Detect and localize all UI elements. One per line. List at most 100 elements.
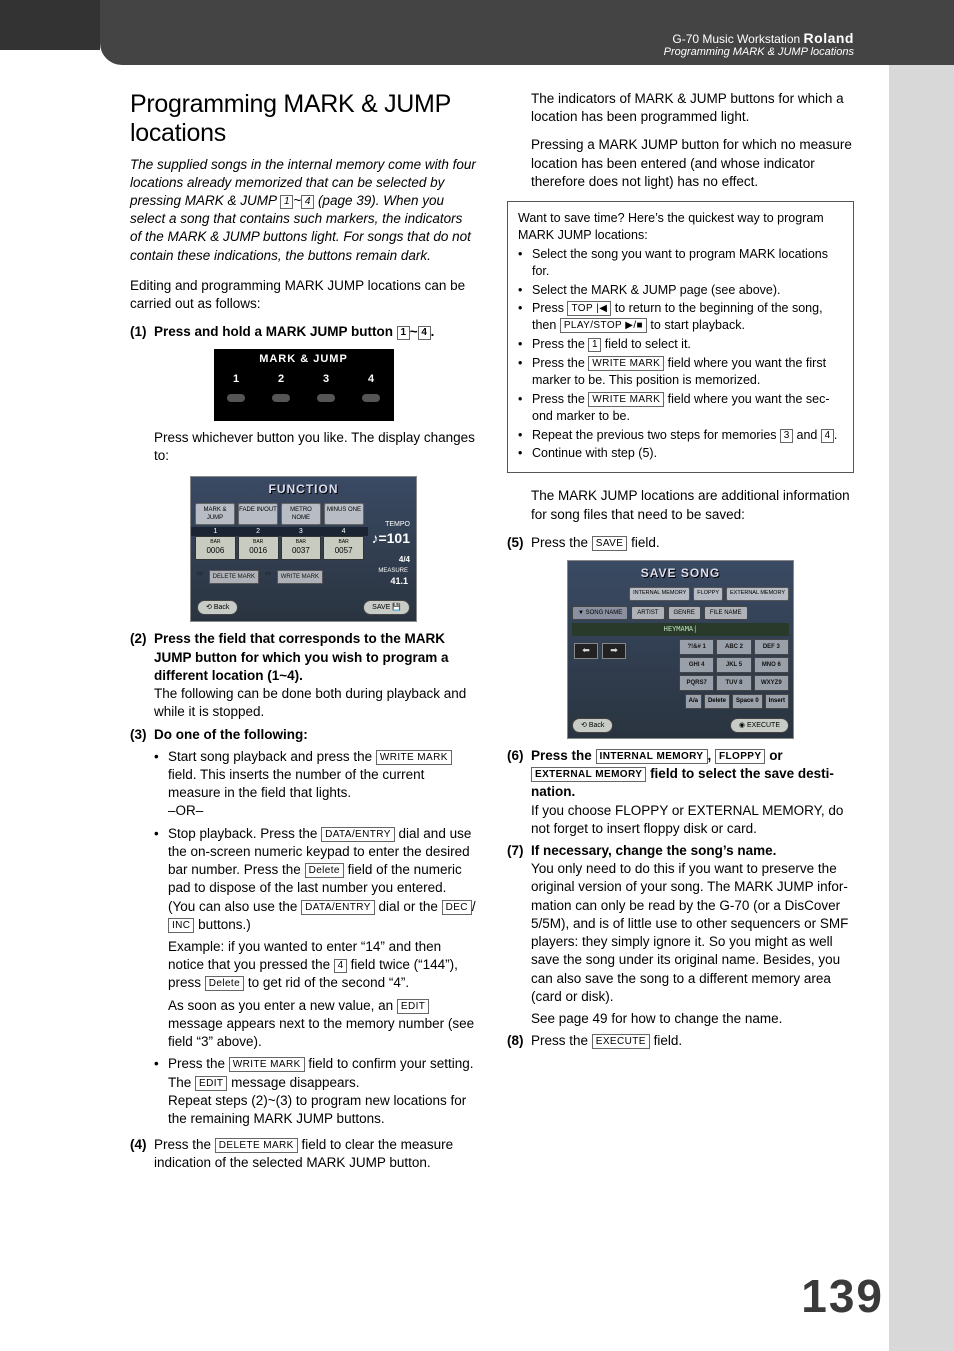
b2-m3: dial or the xyxy=(375,899,442,914)
s4-pre: Press the xyxy=(154,1137,215,1152)
header-subtitle: Programming MARK & JUMP locations xyxy=(664,46,854,58)
b3-pre: Press the xyxy=(168,1056,229,1071)
bullet-icon: • xyxy=(518,427,532,444)
bullet-icon: • xyxy=(518,445,532,462)
dest-floppy: FLOPPY xyxy=(693,587,723,600)
dec-keycap: DEC xyxy=(442,900,472,915)
tip-intro: Want to save time? Here’s the quickest w… xyxy=(518,210,843,244)
page-header: G-70 Music Workstation Roland Programmin… xyxy=(664,30,854,58)
manual-page: G-70 Music Workstation Roland Programmin… xyxy=(0,0,954,1351)
tilde: ~ xyxy=(293,193,301,208)
edit-keycap2: EDIT xyxy=(195,1076,227,1091)
fn-key: A/a xyxy=(685,694,702,708)
tip-item: Repeat the previous two steps for memori… xyxy=(532,427,843,444)
s7-see: See page 49 for how to change the name. xyxy=(531,1010,854,1028)
button-row xyxy=(214,407,394,421)
s5-post: field. xyxy=(627,535,659,550)
tip-item: Select the MARK & JUMP page (see above). xyxy=(532,282,843,299)
step-number: (2) xyxy=(130,630,154,721)
keycap-4b: 4 xyxy=(418,326,431,340)
key: GHI 4 xyxy=(679,657,714,673)
after-tip: The MARK JUMP locations are additional i… xyxy=(531,487,854,523)
step-number: (6) xyxy=(507,747,531,838)
fn-col: 1 xyxy=(195,527,236,536)
step1-text: Press and hold a MARK JUMP button 1~4. xyxy=(154,324,434,339)
ex-post: to get rid of the second “4”. xyxy=(244,975,409,990)
fn-tab: METRO NOME xyxy=(281,503,321,525)
save-panel-figure: SAVE SONG INTERNAL MEMORY FLOPPY EXTERNA… xyxy=(507,560,854,739)
bullet-icon: • xyxy=(518,336,532,353)
step-1: (1) Press and hold a MARK JUMP button 1~… xyxy=(130,323,477,341)
after-panel-text: Press whichever button you like. The dis… xyxy=(154,429,477,465)
brand-name: Roland xyxy=(804,30,854,46)
tip-item: Press the WRITE MARK field where you wan… xyxy=(532,391,843,425)
product-name: G-70 Music Workstation xyxy=(672,32,800,46)
bullet-item: • Press the WRITE MARK field to confirm … xyxy=(154,1055,477,1128)
write-mark-keycap2: WRITE MARK xyxy=(229,1057,305,1072)
slider-icon: ▭ xyxy=(197,570,203,584)
led-icon xyxy=(362,394,380,402)
corner-block xyxy=(0,0,100,50)
step-5: (5) Press the SAVE field. xyxy=(507,534,854,552)
back-button: ⟲ Back xyxy=(197,600,238,615)
key: JKL 5 xyxy=(716,657,751,673)
delete-keycap: Delete xyxy=(305,863,344,878)
key: ?!&# 1 xyxy=(679,639,714,655)
led-icon xyxy=(272,394,290,402)
key: MNO 6 xyxy=(754,657,789,673)
right-para1: The indicators of MARK & JUMP buttons fo… xyxy=(531,90,854,126)
keycap-4: 4 xyxy=(301,195,314,209)
genre-pill: GENRE xyxy=(668,606,701,620)
s6-c2: or xyxy=(765,748,782,763)
step3-heading: Do one of the following: xyxy=(154,726,477,744)
fn-tab: FADE IN/OUT xyxy=(238,503,278,525)
back-lbl: Back xyxy=(214,604,230,611)
slash: / xyxy=(472,899,476,914)
arrow-right-icon: ➡ xyxy=(602,643,626,659)
keycap-4d: 4 xyxy=(821,429,834,443)
bar-val: 0057 xyxy=(335,546,353,555)
led-icon xyxy=(317,394,335,402)
filename-pill: FILE NAME xyxy=(704,606,748,620)
section-title: Programming MARK & JUMP loca­tions xyxy=(130,90,477,148)
write-mark-keycap: WRITE MARK xyxy=(376,750,452,765)
step2-follow: The following can be done both during pl… xyxy=(154,685,477,721)
or-text: –OR– xyxy=(168,802,477,820)
t3-post: to start playback. xyxy=(647,318,745,332)
write-mark-keycap3: WRITE MARK xyxy=(588,356,664,371)
keycap-1b: 1 xyxy=(397,326,410,340)
keycap-1: 1 xyxy=(280,195,293,209)
s6-pre: Press the xyxy=(531,748,596,763)
as-post: message appears next to the memory numbe… xyxy=(168,1016,474,1049)
s8-pre: Press the xyxy=(531,1033,592,1048)
keypad: ?!&# 1 ABC 2 DEF 3 GHI 4 JKL 5 MNO 6 PQR… xyxy=(679,636,793,694)
inc-keycap: INC xyxy=(168,918,194,933)
internal-memory-keycap: INTERNAL MEMORY xyxy=(596,749,708,764)
measure-label: MEASURE xyxy=(368,567,416,575)
side-strip xyxy=(889,0,954,1351)
top-keycap: TOP |◀ xyxy=(567,301,611,316)
tip-item: Press the 1 field to select it. xyxy=(532,336,843,353)
markjump-panel-figure: MARK & JUMP 1 2 3 4 xyxy=(130,349,477,421)
tip-item: Press TOP |◀ to return to the beginning … xyxy=(532,300,843,334)
songname-pill: ▼ SONG NAME xyxy=(572,606,628,620)
key: DEF 3 xyxy=(754,639,789,655)
key: TUV 8 xyxy=(716,675,751,691)
dest-external: EXTERNAL MEMORY xyxy=(726,587,789,600)
execute-keycap: EXECUTE xyxy=(592,1034,650,1049)
back-button-2: ⟲ Back xyxy=(572,718,613,733)
markjump-panel: MARK & JUMP 1 2 3 4 xyxy=(214,349,394,421)
mj-num: 2 xyxy=(259,370,304,389)
songname-lbl: SONG NAME xyxy=(586,610,623,616)
step-number: (1) xyxy=(130,323,154,341)
key: WXYZ9 xyxy=(754,675,789,691)
slider-icon: ▭ xyxy=(265,570,271,584)
save-title: SAVE SONG xyxy=(568,561,793,585)
step2-heading: Press the field that corresponds to the … xyxy=(154,630,477,685)
bullet-item: • Start song playback and press the WRIT… xyxy=(154,748,477,821)
step-6: (6) Press the INTERNAL MEMORY, FLOPPY or… xyxy=(507,747,854,838)
tip-item: Continue with step (5). xyxy=(532,445,843,462)
fn-key: Insert xyxy=(765,694,789,708)
bar-lbl: BAR xyxy=(324,539,363,546)
step-number: (7) xyxy=(507,842,531,1028)
